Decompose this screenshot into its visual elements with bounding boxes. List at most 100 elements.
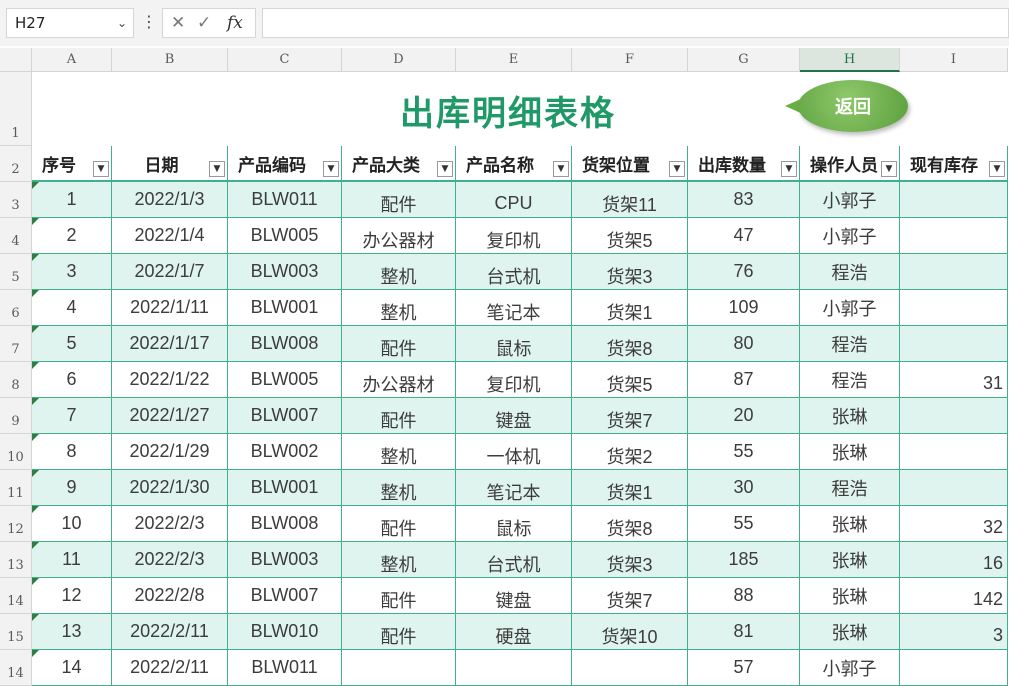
table-cell[interactable]: 程浩: [800, 326, 900, 362]
table-cell[interactable]: 货架2: [572, 434, 688, 470]
table-cell[interactable]: 9: [32, 470, 112, 506]
table-cell[interactable]: 2022/2/8: [112, 578, 228, 614]
table-cell[interactable]: 货架5: [572, 362, 688, 398]
row-header[interactable]: 4: [0, 218, 32, 254]
table-cell[interactable]: 32: [900, 506, 1008, 542]
table-cell[interactable]: BLW001: [228, 470, 342, 506]
select-all-corner[interactable]: [0, 48, 32, 72]
table-cell[interactable]: BLW007: [228, 578, 342, 614]
table-cell[interactable]: 87: [688, 362, 800, 398]
table-cell[interactable]: 47: [688, 218, 800, 254]
table-cell[interactable]: 6: [32, 362, 112, 398]
table-cell[interactable]: 57: [688, 650, 800, 686]
formula-input[interactable]: [262, 8, 1009, 38]
table-cell[interactable]: BLW007: [228, 398, 342, 434]
table-cell[interactable]: 7: [32, 398, 112, 434]
table-cell[interactable]: 20: [688, 398, 800, 434]
table-cell[interactable]: CPU: [456, 182, 572, 218]
table-cell[interactable]: 2022/1/7: [112, 254, 228, 290]
row-header[interactable]: 6: [0, 290, 32, 326]
table-cell[interactable]: [900, 650, 1008, 686]
table-cell[interactable]: BLW002: [228, 434, 342, 470]
table-cell[interactable]: 张琳: [800, 614, 900, 650]
table-cell[interactable]: 2022/1/17: [112, 326, 228, 362]
table-cell[interactable]: 16: [900, 542, 1008, 578]
column-header-i[interactable]: I: [900, 48, 1008, 72]
table-cell[interactable]: 鼠标: [456, 326, 572, 362]
table-cell[interactable]: [900, 182, 1008, 218]
table-cell[interactable]: 台式机: [456, 542, 572, 578]
table-cell[interactable]: 小郭子: [800, 218, 900, 254]
table-cell[interactable]: 2022/1/22: [112, 362, 228, 398]
table-cell[interactable]: 货架8: [572, 326, 688, 362]
table-cell[interactable]: 2022/1/29: [112, 434, 228, 470]
table-cell[interactable]: 配件: [342, 182, 456, 218]
table-cell[interactable]: 张琳: [800, 542, 900, 578]
table-cell[interactable]: 2022/2/3: [112, 506, 228, 542]
row-header[interactable]: 14: [0, 578, 32, 614]
column-header-e[interactable]: E: [456, 48, 572, 72]
column-header-b[interactable]: B: [112, 48, 228, 72]
table-cell[interactable]: 笔记本: [456, 290, 572, 326]
column-header-f[interactable]: F: [572, 48, 688, 72]
table-cell[interactable]: 一体机: [456, 434, 572, 470]
table-cell[interactable]: 程浩: [800, 254, 900, 290]
filter-dropdown-icon[interactable]: ▼: [553, 161, 569, 177]
cancel-icon[interactable]: ✕: [171, 9, 185, 37]
table-cell[interactable]: 货架8: [572, 506, 688, 542]
filter-dropdown-icon[interactable]: ▼: [669, 161, 685, 177]
row-header[interactable]: 15: [0, 614, 32, 650]
table-cell[interactable]: 14: [32, 650, 112, 686]
column-header-h[interactable]: H: [800, 48, 900, 72]
table-cell[interactable]: BLW008: [228, 506, 342, 542]
table-cell[interactable]: 55: [688, 506, 800, 542]
table-cell[interactable]: 配件: [342, 506, 456, 542]
table-cell[interactable]: BLW003: [228, 542, 342, 578]
table-cell[interactable]: 货架3: [572, 542, 688, 578]
table-cell[interactable]: [900, 254, 1008, 290]
table-cell[interactable]: 1: [32, 182, 112, 218]
table-header-cell[interactable]: 产品大类 ▼: [342, 146, 456, 182]
table-cell[interactable]: 程浩: [800, 362, 900, 398]
table-cell[interactable]: 小郭子: [800, 290, 900, 326]
column-header-d[interactable]: D: [342, 48, 456, 72]
table-cell[interactable]: 配件: [342, 614, 456, 650]
row-header[interactable]: 8: [0, 362, 32, 398]
row-header[interactable]: 9: [0, 398, 32, 434]
table-cell[interactable]: 2: [32, 218, 112, 254]
table-cell[interactable]: [572, 650, 688, 686]
table-cell[interactable]: 办公器材: [342, 362, 456, 398]
row-header[interactable]: 14: [0, 650, 32, 686]
table-cell[interactable]: 88: [688, 578, 800, 614]
column-header-c[interactable]: C: [228, 48, 342, 72]
table-cell[interactable]: 配件: [342, 578, 456, 614]
function-icon[interactable]: fx: [227, 9, 243, 37]
table-cell[interactable]: 货架1: [572, 290, 688, 326]
filter-dropdown-icon[interactable]: ▼: [323, 161, 339, 177]
table-cell[interactable]: [900, 398, 1008, 434]
table-cell[interactable]: 80: [688, 326, 800, 362]
table-cell[interactable]: 11: [32, 542, 112, 578]
table-cell[interactable]: 货架11: [572, 182, 688, 218]
table-cell[interactable]: 3: [32, 254, 112, 290]
table-cell[interactable]: 货架5: [572, 218, 688, 254]
row-header[interactable]: 12: [0, 506, 32, 542]
table-cell[interactable]: BLW001: [228, 290, 342, 326]
table-cell[interactable]: 2022/2/11: [112, 650, 228, 686]
table-header-cell[interactable]: 出库数量 ▼: [688, 146, 800, 182]
table-cell[interactable]: 142: [900, 578, 1008, 614]
table-cell[interactable]: 2022/1/4: [112, 218, 228, 254]
table-cell[interactable]: 31: [900, 362, 1008, 398]
filter-dropdown-icon[interactable]: ▼: [209, 161, 225, 177]
table-cell[interactable]: 张琳: [800, 398, 900, 434]
table-cell[interactable]: [900, 326, 1008, 362]
table-header-cell[interactable]: 产品编码 ▼: [228, 146, 342, 182]
table-cell[interactable]: 整机: [342, 254, 456, 290]
table-cell[interactable]: 2022/1/27: [112, 398, 228, 434]
table-cell[interactable]: BLW003: [228, 254, 342, 290]
filter-dropdown-icon[interactable]: ▼: [781, 161, 797, 177]
filter-dropdown-icon[interactable]: ▼: [93, 161, 109, 177]
table-cell[interactable]: 小郭子: [800, 650, 900, 686]
table-header-cell[interactable]: 序号 ▼: [32, 146, 112, 182]
table-cell[interactable]: 复印机: [456, 362, 572, 398]
